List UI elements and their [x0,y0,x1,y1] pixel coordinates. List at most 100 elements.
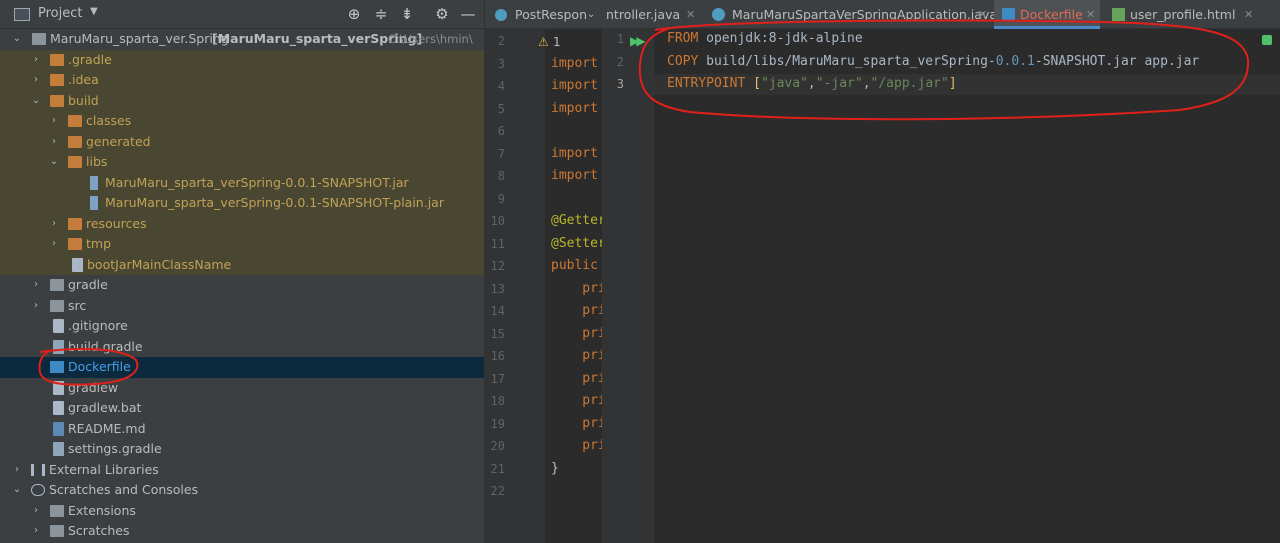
project-panel-title[interactable]: Project [38,6,82,21]
code-line[interactable]: import [551,56,598,71]
chevron-right-icon[interactable]: › [31,70,41,90]
chevron-right-icon[interactable]: › [31,275,41,295]
locate-icon[interactable]: ⊕ [344,4,364,24]
project-icon [14,8,30,21]
close-icon[interactable]: ✕ [686,0,695,29]
expand-all-icon[interactable]: ≑ [371,4,391,24]
chevron-down-icon[interactable]: ⌄ [31,91,41,111]
chevron-right-icon[interactable]: › [31,501,41,521]
chevron-right-icon[interactable]: › [31,50,41,70]
code-line[interactable]: pri [551,416,602,431]
code-line[interactable]: import [551,101,598,116]
tree-item-gradlew[interactable]: gradlew [0,378,484,399]
keyword: FROM [667,31,699,46]
code-line[interactable]: public [551,258,598,273]
tab-application[interactable]: MaruMaruSpartaVerSpringApplication.java … [702,0,997,29]
tree-item-snapshot-jar[interactable]: MaruMaru_sparta_verSpring-0.0.1-SNAPSHOT… [0,172,484,193]
gear-icon[interactable]: ⚙ [432,4,452,24]
docker-line-from[interactable]: FROM openjdk:8-jdk-alpine [667,31,863,46]
code-line[interactable]: pri [551,303,602,318]
code-line[interactable]: pri [551,348,602,363]
tab-post-response[interactable]: PostRespon ⌄ [485,0,602,29]
code-line[interactable]: import [551,78,598,93]
chevron-right-icon[interactable]: › [31,296,41,316]
tree-item-idea[interactable]: › .idea [0,70,484,91]
line-number: 2 [616,55,624,69]
tab-label: PostRespon [515,7,587,22]
tree-item-gitignore[interactable]: .gitignore [0,316,484,337]
chevron-right-icon[interactable]: › [49,234,59,254]
chevron-right-icon[interactable]: › [49,111,59,131]
code-line[interactable]: @Getter [551,213,602,228]
tab-dockerfile[interactable]: Dockerfile ✕ [994,0,1100,29]
line-number: 18 [490,394,505,408]
tree-item-plain-jar[interactable]: MaruMaru_sparta_verSpring-0.0.1-SNAPSHOT… [0,193,484,214]
tree-item-build[interactable]: ⌄ build [0,90,484,111]
tree-item-external-libraries[interactable]: › External Libraries [0,460,484,481]
folder-icon [50,94,64,107]
run-icon[interactable]: ▶▶ [630,34,646,48]
docker-line-copy[interactable]: COPY build/libs/MaruMaru_sparta_verSprin… [667,54,1199,69]
tree-item-root[interactable]: ⌄ MaruMaru_sparta_ver.Spring [MaruMaru_s… [0,29,484,50]
tree-item-gradle[interactable]: › gradle [0,275,484,296]
code-line[interactable]: pri [551,393,602,408]
tree-item-readme[interactable]: README.md [0,419,484,440]
code-line[interactable]: pri [551,281,602,296]
warning-icon[interactable]: ⚠ [538,35,549,49]
chevron-down-icon[interactable]: ▼ [90,6,98,17]
tree-item-dockerfile[interactable]: Dockerfile [0,357,484,378]
jar-file-icon [90,175,98,190]
chevron-down-icon[interactable]: ⌄ [12,29,22,49]
chevron-right-icon[interactable]: › [12,460,22,480]
tree-item-classes[interactable]: › classes [0,111,484,132]
tree-item-settings-gradle[interactable]: settings.gradle [0,439,484,460]
close-icon[interactable]: ✕ [1244,0,1253,29]
close-icon[interactable]: ✕ [978,0,987,29]
tree-item-resources[interactable]: › resources [0,213,484,234]
code-line[interactable]: pri [551,371,602,386]
code-line[interactable]: import [551,146,598,161]
tree-item-gradlew-bat[interactable]: gradlew.bat [0,398,484,419]
chevron-down-icon[interactable]: ⌄ [587,0,595,29]
comma: , [862,76,871,91]
tab-user-profile[interactable]: user_profile.html ✕ [1102,0,1258,29]
tree-item-scratches[interactable]: › Scratches [0,521,484,542]
tree-item-generated[interactable]: › generated [0,131,484,152]
chevron-right-icon[interactable]: › [49,132,59,152]
bracket: ] [948,76,957,91]
tree-item-label: bootJarMainClassName [87,256,232,272]
close-icon[interactable]: ✕ [1086,0,1095,29]
inspection-ok-icon[interactable] [1262,35,1272,45]
code-line[interactable]: pri [551,326,602,341]
chevron-right-icon[interactable]: › [31,521,41,541]
collapse-all-icon[interactable]: ⇟ [397,4,417,24]
line-number: 7 [497,146,505,161]
tree-item-tmp[interactable]: › tmp [0,234,484,255]
code-line[interactable]: } [551,461,559,476]
docker-line-entrypoint[interactable]: ENTRYPOINT ["java","-jar","/app.jar"] [667,76,957,91]
tree-item-label: External Libraries [49,461,159,477]
scratches-icon [31,484,45,496]
tree-item-build-gradle[interactable]: build.gradle [0,337,484,358]
comma: , [807,76,816,91]
tree-item-libs[interactable]: ⌄ libs [0,152,484,173]
code-line[interactable]: import [551,168,598,183]
tree-item-src[interactable]: › src [0,296,484,317]
chevron-down-icon[interactable]: ⌄ [49,152,59,172]
tree-item-extensions[interactable]: › Extensions [0,501,484,522]
tab-controller[interactable]: ntroller.java ✕ [602,0,700,29]
line-number: 9 [497,191,505,206]
tree-item-label: classes [86,113,132,128]
code-line[interactable]: @Setter [551,236,602,251]
code-line[interactable]: pri [551,438,602,453]
tree-item-bootjar[interactable]: bootJarMainClassName [0,254,484,275]
tree-item-gradle-cache[interactable]: › .gradle [0,49,484,70]
tree-item-label: gradlew [68,379,119,395]
line-number: 10 [490,214,505,228]
tree-item-scratches-consoles[interactable]: ⌄ Scratches and Consoles [0,480,484,501]
chevron-down-icon[interactable]: ⌄ [12,480,22,500]
minimize-icon[interactable]: — [458,4,478,24]
string: "-jar" [815,76,863,91]
line-number: 11 [490,236,505,251]
chevron-right-icon[interactable]: › [49,214,59,234]
